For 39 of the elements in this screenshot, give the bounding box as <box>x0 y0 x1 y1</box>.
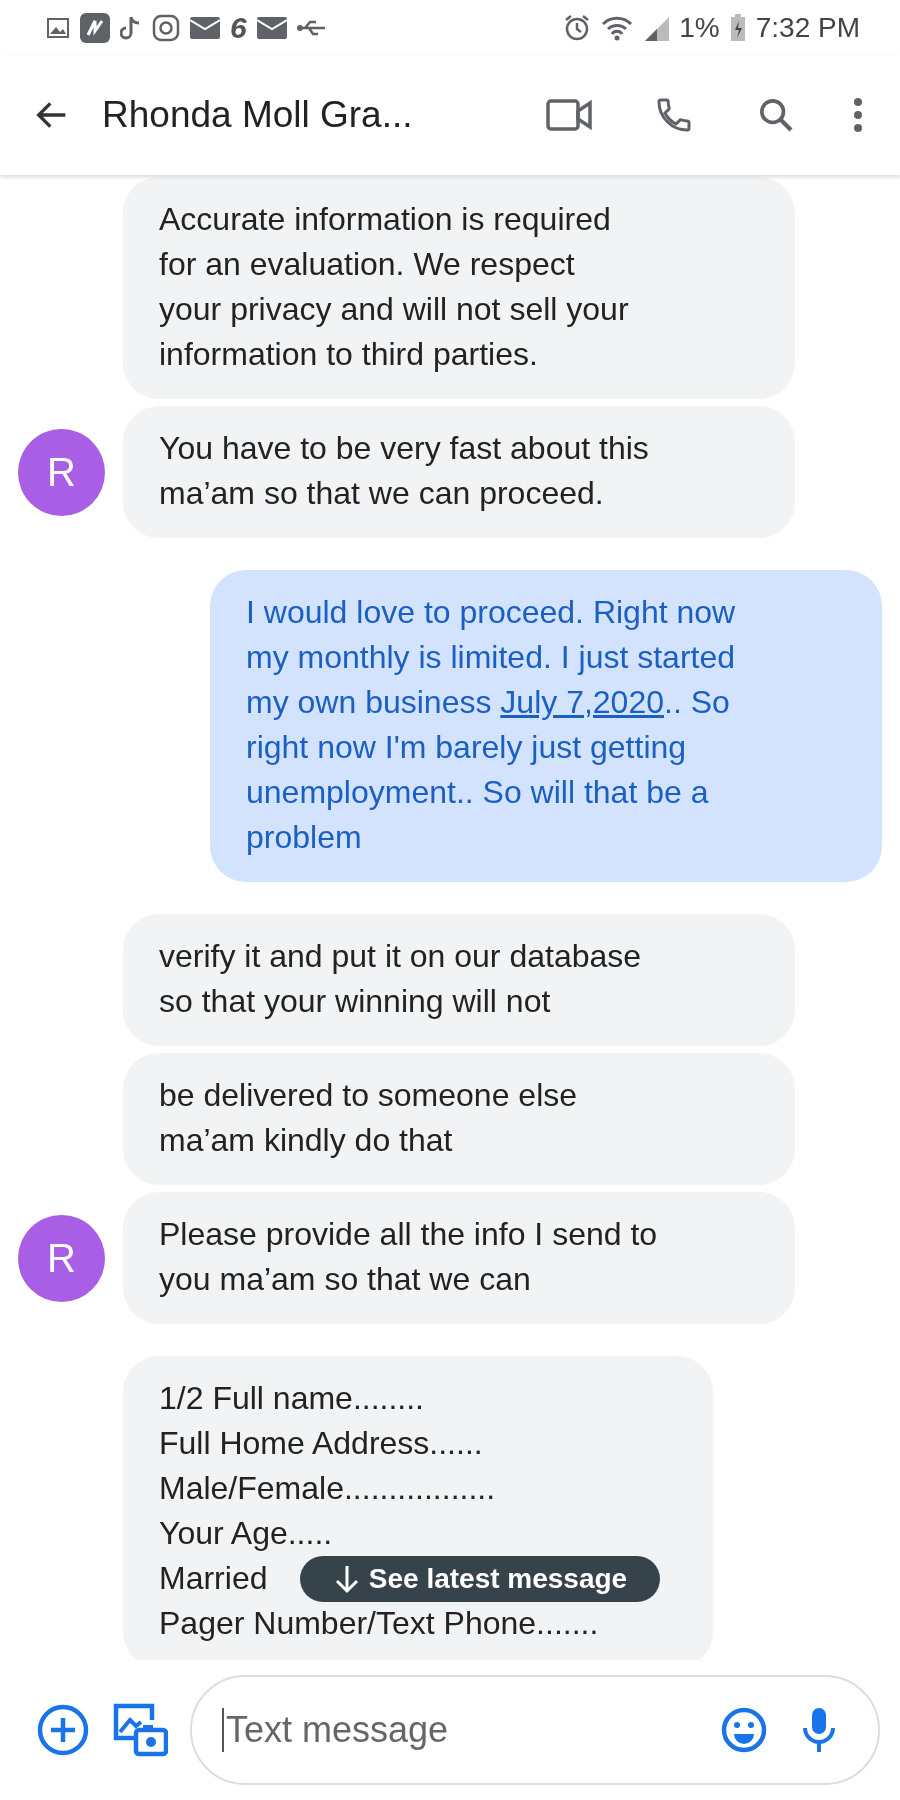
microphone-icon <box>802 1706 836 1754</box>
battery-percent: 1% <box>679 11 720 44</box>
gallery-camera-icon <box>112 1702 168 1758</box>
avatar[interactable]: R <box>18 1214 105 1302</box>
message-text: Please provide all the info I send to you ma’am so that we can <box>159 1215 658 1299</box>
usb-icon <box>296 18 327 37</box>
app-icon <box>80 12 110 43</box>
avatar[interactable]: R <box>18 428 105 516</box>
message-text: You have to be very fast about this ma’am so that we can proceed. <box>159 429 649 513</box>
app-digit: 6 <box>230 10 247 45</box>
wifi-icon <box>601 14 634 41</box>
image-icon <box>46 15 70 40</box>
message-text: Full Home Address...... <box>159 1424 483 1463</box>
message-text: verify it and put it on our database so that your winning will not <box>159 937 642 1021</box>
date-link[interactable]: July 7,2020 <box>500 684 664 720</box>
camera-icon <box>152 13 180 42</box>
message-text: I would love to proceed. Right now my monthly is limited. I just started my own business July 7,2020.. So right now I'm barely just getting unemployment.. So will that be a problem <box>246 593 736 857</box>
message-text: Your Age..... <box>159 1514 333 1553</box>
message-text: Accurate information is required for an evaluation. We respect your privacy and will not sell your information to third parties. <box>159 200 629 374</box>
add-button[interactable] <box>36 1703 90 1757</box>
plus-icon <box>36 1703 90 1757</box>
message-text: 1/2 Full name........ <box>159 1379 424 1418</box>
video-camera-icon <box>546 97 592 133</box>
gallery-camera-button[interactable] <box>112 1702 168 1758</box>
message-field[interactable]: Text message <box>222 1708 698 1752</box>
message-text: be delivered to someone else ma’am kindly do that <box>159 1076 578 1160</box>
battery-icon <box>729 13 746 42</box>
message-text: Pager Number/Text Phone....... <box>159 1604 599 1643</box>
more-icon <box>852 97 864 133</box>
music-note-icon <box>120 14 142 41</box>
message-input-box[interactable]: Text message <box>190 1675 880 1785</box>
mail-icon <box>190 16 220 39</box>
message-text: Male/Female................. <box>159 1469 496 1508</box>
smiley-icon <box>720 1706 768 1754</box>
message-text: Married <box>159 1559 268 1598</box>
contact-name: Rhonda Moll Gra... <box>102 94 414 136</box>
clock-time: 7:32 PM <box>755 11 860 44</box>
mail-icon <box>256 16 287 39</box>
see-latest-message-button[interactable]: See latest message <box>300 1556 660 1602</box>
